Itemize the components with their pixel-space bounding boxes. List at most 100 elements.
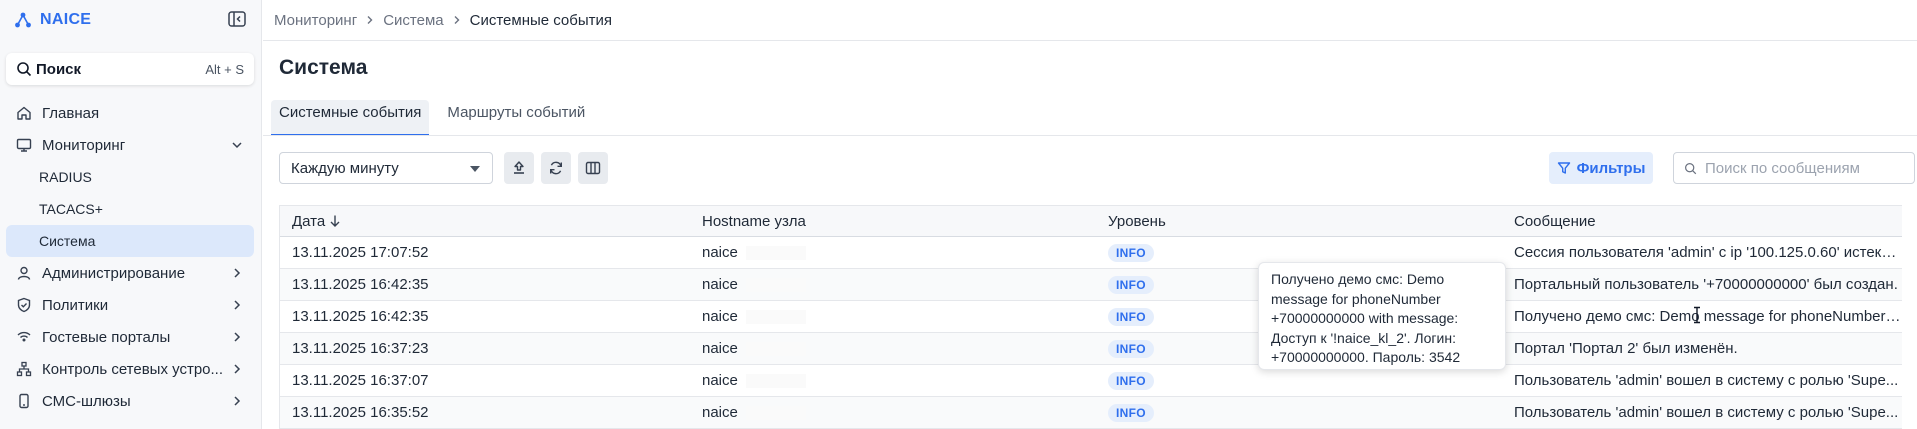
- export-icon: [514, 161, 524, 174]
- main-nav: Главная Мониторинг RADIUS TACACS+ Систем…: [6, 97, 254, 417]
- cell-message: Сессия пользователя 'admin' с ip '100.12…: [1514, 244, 1902, 261]
- chevron-right-icon: [367, 16, 373, 24]
- filters-button[interactable]: Фильтры: [1549, 152, 1653, 184]
- refresh-icon: [550, 161, 562, 175]
- logo-icon: [15, 12, 31, 28]
- chevron-right-icon: [234, 300, 241, 310]
- column-header-level[interactable]: Уровень: [1096, 213, 1502, 230]
- tab-system-events[interactable]: Системные события: [271, 100, 430, 136]
- cell-hostname: naice: [690, 276, 1096, 293]
- cell-message: Пользователь 'admin' вошел в систему с р…: [1514, 404, 1899, 421]
- sidebar-item-policies[interactable]: Политики: [6, 289, 254, 321]
- cell-date: 13.11.2025 16:37:23: [292, 340, 429, 357]
- message-tooltip: Получено демо смс: Demo message for phon…: [1258, 262, 1506, 370]
- page-title: Система: [279, 56, 368, 79]
- cell-message: Пользователь 'admin' вошел в систему с р…: [1514, 372, 1899, 389]
- cell-date: 13.11.2025 16:37:07: [292, 372, 429, 389]
- hostname-redaction: [745, 310, 806, 325]
- chevron-right-icon: [454, 16, 460, 24]
- breadcrumb: Мониторинг Система Системные события: [274, 10, 612, 30]
- refresh-button[interactable]: [541, 152, 571, 184]
- hostname-redaction: [745, 278, 806, 293]
- column-header-label: Дата: [292, 212, 326, 230]
- sidebar-item-label: RADIUS: [39, 169, 92, 185]
- header-divider: [263, 40, 1917, 41]
- cell-level: INFO: [1096, 243, 1502, 262]
- caret-down-icon: [470, 166, 480, 172]
- export-button[interactable]: [504, 152, 534, 184]
- cell-hostname: naice: [690, 244, 1096, 261]
- cell-date: 13.11.2025 16:42:35: [292, 308, 429, 325]
- tooltip-line: Получено демо смс: Demo: [1271, 271, 1445, 287]
- monitor-icon: [16, 138, 32, 152]
- tooltip-line: message for phoneNumber: [1271, 290, 1441, 307]
- brand-name: NAICE: [40, 11, 92, 28]
- chevron-down-icon: [232, 142, 242, 149]
- global-search-label: Поиск: [36, 60, 82, 78]
- sidebar-collapse-icon[interactable]: [228, 11, 246, 27]
- main-content: Мониторинг Система Системные события Сис…: [263, 0, 1917, 429]
- cell-message: Портал 'Портал 2' был изменён.: [1514, 340, 1738, 357]
- level-badge: INFO: [1108, 307, 1154, 326]
- chevron-right-icon: [234, 268, 241, 278]
- column-header-message[interactable]: Сообщение: [1502, 213, 1902, 230]
- refresh-interval-select[interactable]: Каждую минуту: [279, 152, 493, 184]
- brand[interactable]: NAICE: [14, 9, 91, 31]
- sidebar-item-tacacs[interactable]: TACACS+: [6, 193, 254, 225]
- breadcrumb-system[interactable]: Система: [383, 12, 443, 29]
- sidebar-item-home[interactable]: Главная: [6, 97, 254, 129]
- portal-icon: [17, 331, 31, 342]
- sidebar-item-sms-gateways[interactable]: СМС-шлюзы: [6, 385, 254, 417]
- column-header-date[interactable]: Дата: [280, 213, 690, 230]
- table-row[interactable]: 13.11.2025 16:37:23 naice INFO Портал 'П…: [280, 333, 1902, 365]
- sidebar-item-guest-portals[interactable]: Гостевые порталы: [6, 321, 254, 353]
- cell-level: INFO: [1096, 403, 1502, 422]
- level-badge: INFO: [1108, 403, 1154, 422]
- hostname-redaction: [745, 342, 806, 357]
- breadcrumb-monitoring[interactable]: Мониторинг: [274, 12, 357, 29]
- hostname-text: naice: [702, 340, 738, 357]
- home-icon: [17, 106, 31, 120]
- sidebar-item-label: Администрирование: [42, 264, 186, 282]
- message-search-input[interactable]: [1705, 159, 1904, 177]
- table-row[interactable]: 13.11.2025 16:42:35 naice INFO Портальны…: [280, 269, 1902, 301]
- sidebar-item-network-devices[interactable]: Контроль сетевых устро...: [6, 353, 254, 385]
- sidebar-item-label: Гостевые порталы: [42, 328, 171, 346]
- hostname-text: naice: [702, 372, 738, 389]
- sidebar-item-label: Контроль сетевых устро...: [42, 360, 224, 378]
- search-icon: [1685, 162, 1697, 174]
- sidebar-item-monitoring[interactable]: Мониторинг: [6, 129, 254, 161]
- sidebar-item-system[interactable]: Система: [6, 225, 254, 257]
- cell-message: Портальный пользователь '+70000000000' б…: [1514, 276, 1898, 293]
- level-badge: INFO: [1108, 371, 1154, 390]
- toolbar: Каждую минуту Фильтры: [279, 152, 1915, 184]
- hostname-redaction: [745, 246, 806, 261]
- columns-icon: [585, 161, 601, 175]
- tabs: Системные события Маршруты событий: [271, 100, 603, 136]
- cell-hostname: naice: [690, 404, 1096, 421]
- global-search[interactable]: Поиск Alt + S: [6, 53, 254, 85]
- table-row[interactable]: 13.11.2025 16:37:07 naice INFO Пользоват…: [280, 365, 1902, 397]
- phone-icon: [19, 393, 29, 409]
- search-icon: [17, 62, 32, 77]
- network-icon: [16, 361, 32, 377]
- shield-icon: [17, 297, 31, 313]
- tab-event-routes[interactable]: Маршруты событий: [439, 100, 593, 136]
- message-search[interactable]: [1673, 152, 1915, 184]
- tooltip-line: +70000000000 with message:: [1271, 310, 1459, 326]
- hostname-redaction: [745, 374, 806, 389]
- table-row[interactable]: 13.11.2025 16:42:35 naice INFO Получено …: [280, 301, 1902, 333]
- column-header-hostname[interactable]: Hostname узла: [690, 213, 1096, 230]
- sidebar-item-label: Главная: [42, 104, 100, 122]
- chevron-right-icon: [234, 364, 241, 374]
- table-row[interactable]: 13.11.2025 17:07:52 naice INFO Сессия по…: [280, 237, 1902, 269]
- cell-hostname: naice: [690, 372, 1096, 389]
- table-row[interactable]: 13.11.2025 16:35:52 naice INFO Пользоват…: [280, 397, 1902, 429]
- hostname-text: naice: [702, 308, 738, 325]
- sidebar: NAICE Поиск Alt + S Главная Мониторинг R…: [0, 0, 262, 429]
- sidebar-item-label: Мониторинг: [42, 136, 126, 154]
- events-table: Дата Hostname узла Уровень Сообщение 13.…: [279, 205, 1902, 429]
- sidebar-item-administration[interactable]: Администрирование: [6, 257, 254, 289]
- sidebar-item-radius[interactable]: RADIUS: [6, 161, 254, 193]
- columns-button[interactable]: [578, 152, 608, 184]
